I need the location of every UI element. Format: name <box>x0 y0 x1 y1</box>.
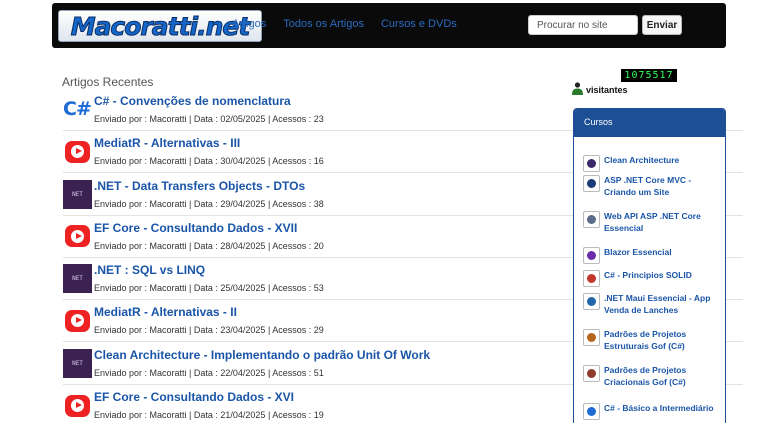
article-title-link[interactable]: .NET : SQL vs LINQ <box>94 263 205 277</box>
section-title: Artigos Recentes <box>62 75 154 89</box>
course-label: Padrões de Projetos Estruturais Gof (C#) <box>604 329 687 351</box>
course-thumbnail-icon <box>583 247 600 264</box>
csharp-logo-icon[interactable]: C# <box>63 95 92 124</box>
course-item[interactable]: C# - Principios SOLID <box>583 269 720 287</box>
dotnet-logo-icon[interactable]: NET <box>63 179 92 209</box>
article-meta: Enviado por : Macoratti | Data : 28/04/2… <box>94 240 324 251</box>
course-item[interactable]: Blazor Essencial <box>583 246 720 264</box>
course-label: Web API ASP .NET Core Essencial <box>604 211 701 233</box>
nav-link-artigos[interactable]: Artigos <box>232 18 266 30</box>
course-item[interactable]: ASP .NET Core MVC - Criando um Site <box>583 174 720 198</box>
courses-panel: Cursos Clean Architecture ASP .NET Core M… <box>573 108 726 423</box>
logo-text: Macoratti.net <box>70 11 251 41</box>
course-item[interactable]: Padrões de Projetos Criacionais Gof (C#) <box>583 364 720 388</box>
course-thumbnail-icon <box>583 175 600 192</box>
courses-header: Cursos <box>574 109 725 137</box>
top-navbar: Macoratti.net Artigos Todos os Artigos C… <box>52 3 726 48</box>
article-meta: Enviado por : Macoratti | Data : 23/04/2… <box>94 325 324 336</box>
nav-link-todos-os-artigos[interactable]: Todos os Artigos <box>283 18 364 30</box>
article-meta: Enviado por : Macoratti | Data : 30/04/2… <box>94 156 324 167</box>
search-button[interactable]: Enviar <box>642 15 682 35</box>
article-title-link[interactable]: MediatR - Alternativas - II <box>94 305 237 319</box>
course-item[interactable]: .NET Maui Essencial - App Venda de Lanch… <box>583 292 720 316</box>
article-title-link[interactable]: .NET - Data Transfers Objects - DTOs <box>94 179 305 193</box>
people-icon <box>572 82 583 95</box>
article-title-link[interactable]: EF Core - Consultando Dados - XVII <box>94 221 297 235</box>
course-label: ASP .NET Core MVC - Criando um Site <box>604 175 692 197</box>
course-thumbnail-icon <box>583 211 600 228</box>
course-label: Blazor Essencial <box>604 247 672 257</box>
visitors-label: visitantes <box>586 85 628 95</box>
dotnet-logo-icon[interactable]: NET <box>63 348 92 378</box>
course-label: C# - Principios SOLID <box>604 270 692 280</box>
article-title-link[interactable]: MediatR - Alternativas - III <box>94 136 240 150</box>
youtube-logo-icon[interactable] <box>63 222 92 251</box>
article-meta: Enviado por : Macoratti | Data : 25/04/2… <box>94 283 324 294</box>
course-item[interactable]: Padrões de Projetos Estruturais Gof (C#) <box>583 328 720 352</box>
course-item[interactable]: Web API ASP .NET Core Essencial <box>583 210 720 234</box>
course-label: C# - Básico a Intermediário <box>604 403 714 413</box>
course-item[interactable]: C# - Básico a Intermediário <box>583 402 720 420</box>
article-meta: Enviado por : Macoratti | Data : 02/05/2… <box>94 114 324 124</box>
course-thumbnail-icon <box>583 293 600 310</box>
course-thumbnail-icon <box>583 365 600 382</box>
course-label: Clean Architecture <box>604 155 680 165</box>
article-title-link[interactable]: Clean Architecture - Implementando o pad… <box>94 348 430 362</box>
article-title-link[interactable]: C# - Convenções de nomenclatura <box>94 94 291 108</box>
youtube-logo-icon[interactable] <box>63 306 92 335</box>
nav-links: Artigos Todos os Artigos Cursos e DVDs <box>232 18 474 30</box>
youtube-logo-icon[interactable] <box>63 137 92 166</box>
search-input[interactable] <box>528 15 638 35</box>
dotnet-logo-icon[interactable]: NET <box>63 264 92 294</box>
course-thumbnail-icon <box>583 270 600 287</box>
nav-link-cursos-e-dvds[interactable]: Cursos e DVDs <box>381 18 457 30</box>
visitor-counter: 1075517 <box>621 69 677 82</box>
csharp-logo-text: C# <box>63 98 92 120</box>
article-meta: Enviado por : Macoratti | Data : 22/04/2… <box>94 367 324 378</box>
course-thumbnail-icon <box>583 155 600 172</box>
course-thumbnail-icon <box>583 329 600 346</box>
course-thumbnail-icon <box>583 403 600 420</box>
article-meta: Enviado por : Macoratti | Data : 29/04/2… <box>94 198 324 209</box>
course-label: Padrões de Projetos Criacionais Gof (C#) <box>604 365 687 387</box>
youtube-logo-icon[interactable] <box>63 391 92 420</box>
article-title-link[interactable]: EF Core - Consultando Dados - XVI <box>94 390 294 404</box>
article-meta: Enviado por : Macoratti | Data : 21/04/2… <box>94 410 324 421</box>
course-item[interactable]: Clean Architecture <box>583 154 720 172</box>
course-label: .NET Maui Essencial - App Venda de Lanch… <box>604 293 711 315</box>
